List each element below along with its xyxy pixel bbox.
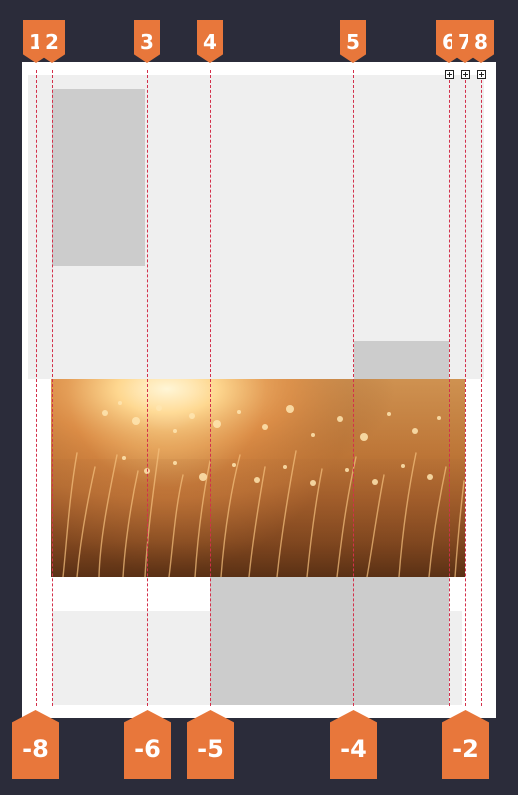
offset-marker-label: -6 [134,735,161,763]
guide-line-8 [481,70,482,706]
offset-marker-minus-4[interactable]: -4 [330,710,377,779]
layout-canvas [22,62,496,718]
column-marker-4[interactable]: 4 [197,20,223,63]
hero-image-graphic [51,379,465,577]
plus-icon[interactable] [477,70,486,79]
column-marker-label: 3 [140,30,154,54]
guide-line-4 [210,70,211,706]
guide-line-6 [449,70,450,706]
column-marker-3[interactable]: 3 [134,20,160,63]
offset-marker-minus-8[interactable]: -8 [12,710,59,779]
offset-marker-minus-2[interactable]: -2 [442,710,489,779]
offset-marker-label: -8 [22,735,49,763]
offset-marker-label: -2 [452,735,479,763]
column-marker-label: 5 [346,30,360,54]
offset-marker-label: -5 [197,735,224,763]
plus-icon[interactable] [461,70,470,79]
offset-marker-minus-6[interactable]: -6 [124,710,171,779]
column-marker-8[interactable]: 8 [468,20,494,63]
guide-line-5 [353,70,354,706]
guide-line-3 [147,70,148,706]
column-marker-label: 2 [45,30,59,54]
column-marker-5[interactable]: 5 [340,20,366,63]
column-marker-label: 8 [474,30,488,54]
hero-image [51,379,465,577]
offset-marker-minus-5[interactable]: -5 [187,710,234,779]
column-marker-2[interactable]: 2 [39,20,65,63]
guide-line-2 [52,70,53,706]
guide-line-1 [36,70,37,706]
placeholder-block-top-left [52,89,145,266]
plus-icon[interactable] [445,70,454,79]
guide-line-7 [465,70,466,706]
column-marker-label: 4 [203,30,217,54]
offset-marker-label: -4 [340,735,367,763]
